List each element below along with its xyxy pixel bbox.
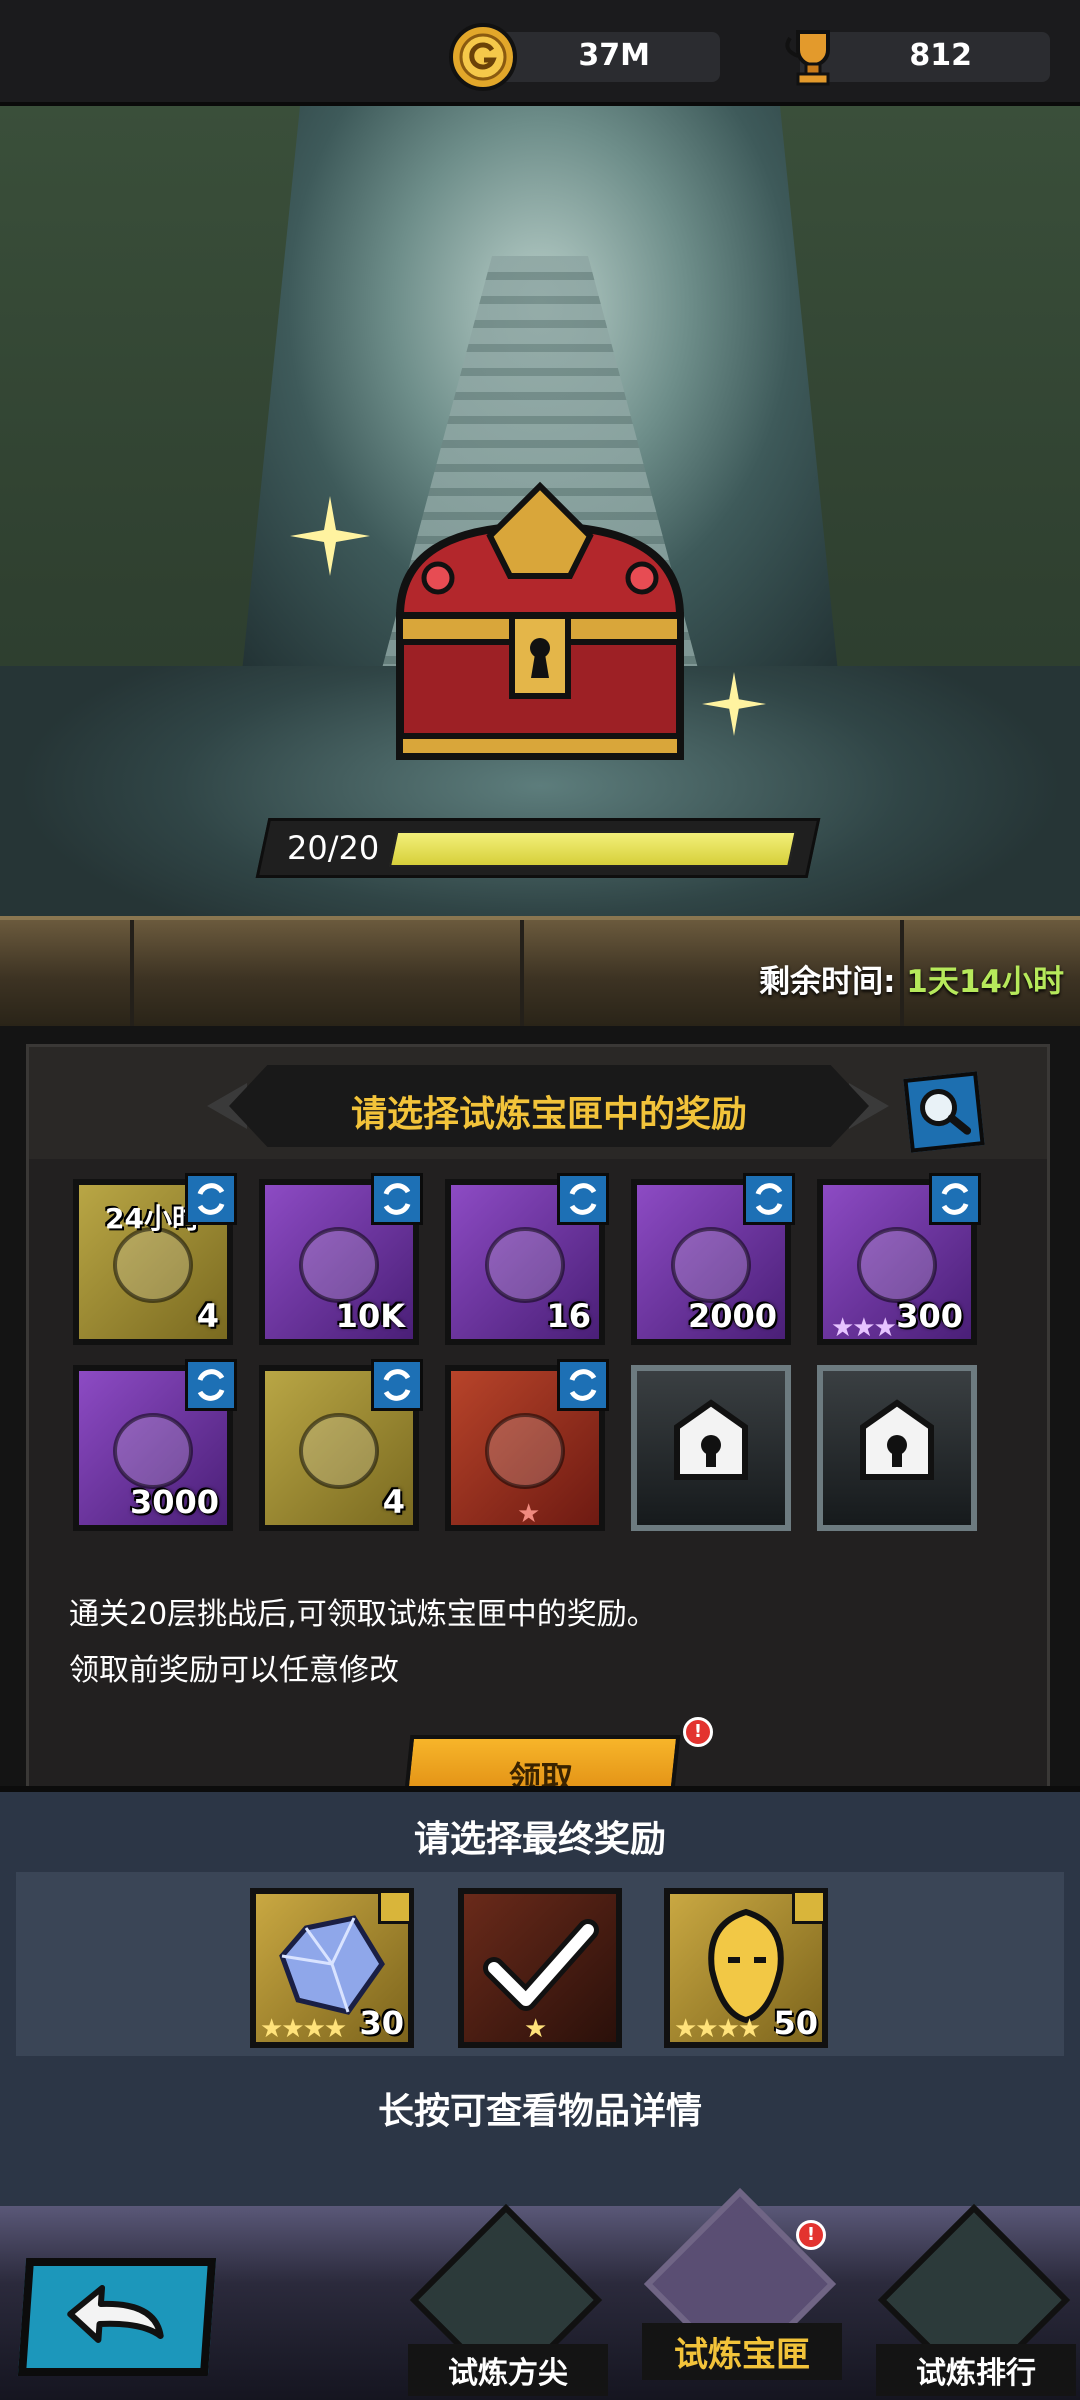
chest-scene: 20/20 剩余时间: 1天14小时 <box>0 106 1080 1026</box>
tab-trial-obelisk[interactable]: 试炼方尖 <box>408 2203 608 2400</box>
lock-icon <box>674 1399 748 1480</box>
swap-icon[interactable] <box>557 1173 609 1225</box>
swap-icon[interactable] <box>743 1173 795 1225</box>
reward-slot[interactable]: ★ <box>445 1359 609 1531</box>
lock-icon <box>860 1399 934 1480</box>
progress-track <box>388 831 797 867</box>
reward-slot[interactable]: 24小时 4 <box>73 1173 237 1345</box>
sparkle-icon <box>290 496 370 576</box>
swap-icon[interactable] <box>371 1173 423 1225</box>
swap-icon[interactable] <box>185 1359 237 1411</box>
slot-quantity: 3000 <box>129 1483 219 1521</box>
claim-alert-badge: ! <box>683 1717 713 1747</box>
long-press-hint: 长按可查看物品详情 <box>377 2091 702 2132</box>
tab-trial-ranking[interactable]: 试炼排行 <box>876 2203 1076 2400</box>
trophy-currency[interactable]: 812 <box>785 30 1050 86</box>
reward-quantity: 50 <box>773 2004 818 2042</box>
gold-coin-icon <box>449 23 517 91</box>
slot-quantity: 10K <box>335 1297 405 1335</box>
bottom-navigation: 试炼方尖 试炼宝匣 ! 试炼排行 <box>0 2187 1080 2400</box>
reward-slot[interactable]: 2000 <box>631 1173 795 1345</box>
slot-quantity: 16 <box>546 1297 591 1335</box>
swap-icon[interactable] <box>929 1173 981 1225</box>
reward-stars: ★★★★ <box>674 2014 761 2044</box>
panel-title: 请选择试炼宝匣中的奖励 <box>350 1094 747 1135</box>
reward-slot[interactable]: 10K <box>259 1173 423 1345</box>
slot-quantity: 300 <box>896 1297 963 1335</box>
swap-icon[interactable] <box>371 1359 423 1411</box>
reward-slot[interactable]: 4 <box>259 1359 423 1531</box>
reward-quantity: 30 <box>359 2004 404 2042</box>
key-icon <box>792 1890 826 1924</box>
tab-label: 试炼方尖 <box>408 2344 608 2396</box>
gold-value: 37M <box>578 38 650 73</box>
back-arrow-icon <box>67 2285 164 2343</box>
final-reward-section: 请选择最终奖励 ★★★★ 30 ★ ★★★★ 50 长按可查看物品详情 <box>0 1786 1080 2206</box>
gold-currency[interactable]: 37M <box>449 23 720 91</box>
final-reward-title: 请选择最终奖励 <box>413 1819 666 1860</box>
progress-text: 20/20 <box>287 829 380 867</box>
tab-label: 试炼宝匣 <box>642 2323 842 2380</box>
swap-icon[interactable] <box>185 1173 237 1225</box>
reward-slot-locked[interactable] <box>817 1365 977 1531</box>
slot-quantity: 4 <box>382 1483 405 1521</box>
remaining-time: 剩余时间: 1天14小时 <box>759 956 1064 1001</box>
reward-stars: ★★★★ <box>260 2014 347 2044</box>
chest-progress-bar: 20/20 <box>255 818 821 878</box>
slot-stars: ★ <box>517 1499 540 1529</box>
key-icon <box>378 1890 412 1924</box>
slot-quantity: 4 <box>196 1297 219 1335</box>
reward-slot-locked[interactable] <box>631 1365 791 1531</box>
timer-label: 剩余时间: <box>759 964 896 1000</box>
swap-icon[interactable] <box>557 1359 609 1411</box>
treasure-chest-icon[interactable] <box>370 466 710 786</box>
search-icon <box>920 1089 972 1135</box>
timer-value: 1天14小时 <box>906 964 1064 1000</box>
reward-note: 通关20层挑战后,可领取试炼宝匣中的奖励。 领取前奖励可以任意修改 <box>69 1587 657 1699</box>
tab-alert-badge: ! <box>796 2220 826 2250</box>
back-button[interactable] <box>17 2258 217 2376</box>
tab-label: 试炼排行 <box>876 2344 1076 2396</box>
note-line-2: 领取前奖励可以任意修改 <box>69 1653 399 1688</box>
reward-slot[interactable]: 3000 <box>73 1359 237 1531</box>
slot-stars: ★★★ <box>831 1313 897 1343</box>
top-currency-bar: 37M 812 <box>0 0 1080 106</box>
reward-slot[interactable]: ★★★ 300 <box>817 1173 981 1345</box>
final-reward-crystal[interactable]: ★★★★ 30 <box>250 1888 414 2048</box>
final-reward-selected[interactable]: ★ <box>458 1888 622 2048</box>
tab-trial-chest[interactable]: 试炼宝匣 ! <box>642 2187 842 2384</box>
reward-selection-panel: 请选择试炼宝匣中的奖励 24小时 4 10K 16 2000 ★★★ 300 3000 4 ★ 通… <box>26 1044 1050 1799</box>
search-button[interactable] <box>903 1071 985 1153</box>
trophy-cup-icon <box>785 30 830 86</box>
sparkle-icon <box>702 672 766 736</box>
final-reward-hero[interactable]: ★★★★ 50 <box>664 1888 828 2048</box>
slot-quantity: 2000 <box>687 1297 777 1335</box>
reward-slot[interactable]: 16 <box>445 1173 609 1345</box>
trophy-value: 812 <box>909 38 972 73</box>
note-line-1: 通关20层挑战后,可领取试炼宝匣中的奖励。 <box>69 1597 657 1632</box>
reward-stars: ★ <box>524 2014 547 2044</box>
progress-fill <box>391 833 795 865</box>
